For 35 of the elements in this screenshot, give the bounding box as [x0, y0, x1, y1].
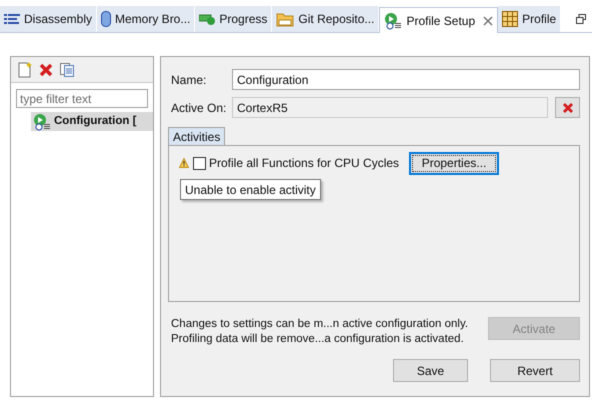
delete-icon — [562, 102, 574, 114]
tab[interactable]: Disassembly — [0, 6, 98, 32]
copy-icon[interactable] — [59, 62, 75, 78]
play-clock-icon — [384, 12, 402, 30]
cylinder-icon — [101, 11, 112, 27]
list-icon — [4, 14, 20, 24]
play-clock-icon — [33, 112, 51, 130]
tab[interactable]: Memory Bro... — [97, 6, 196, 32]
checkbox[interactable] — [193, 156, 206, 170]
progress-icon — [199, 12, 216, 26]
filter-field[interactable]: type filter text — [16, 89, 148, 108]
input-field[interactable]: Configuration — [232, 69, 580, 90]
grid-icon — [502, 11, 518, 27]
folder-icon — [276, 11, 294, 27]
field-label: Active On: — [170, 100, 228, 116]
revert-button[interactable]: Revert — [490, 359, 580, 382]
close-icon[interactable] — [483, 16, 494, 26]
delete-icon[interactable] — [39, 62, 53, 76]
remove-button[interactable] — [555, 97, 580, 118]
tab[interactable]: Activities — [168, 127, 226, 146]
checkbox-label: Profile all Functions for CPU Cycles — [209, 155, 400, 172]
new-file-icon[interactable] — [17, 62, 33, 78]
tree-item[interactable]: Configuration [ — [31, 112, 153, 131]
save-button[interactable]: Save — [393, 359, 468, 382]
tooltip: Unable to enable activity — [180, 179, 321, 200]
info-text: Changes to settings can be m...n active configuration only. — [171, 317, 470, 332]
restore-icon[interactable] — [576, 14, 586, 24]
tab[interactable]: Progress — [195, 6, 272, 32]
tab[interactable]: Profile — [498, 6, 562, 32]
tab[interactable]: Git Reposito... — [272, 6, 380, 32]
info-text: Profiling data will be remove...a configuration is activated. — [171, 332, 465, 347]
properties-button[interactable]: Properties... — [409, 152, 500, 174]
tab[interactable]: Profile Setup — [379, 7, 498, 33]
field-label: Name: — [170, 72, 208, 88]
input-field[interactable]: CortexR5 — [232, 97, 548, 118]
